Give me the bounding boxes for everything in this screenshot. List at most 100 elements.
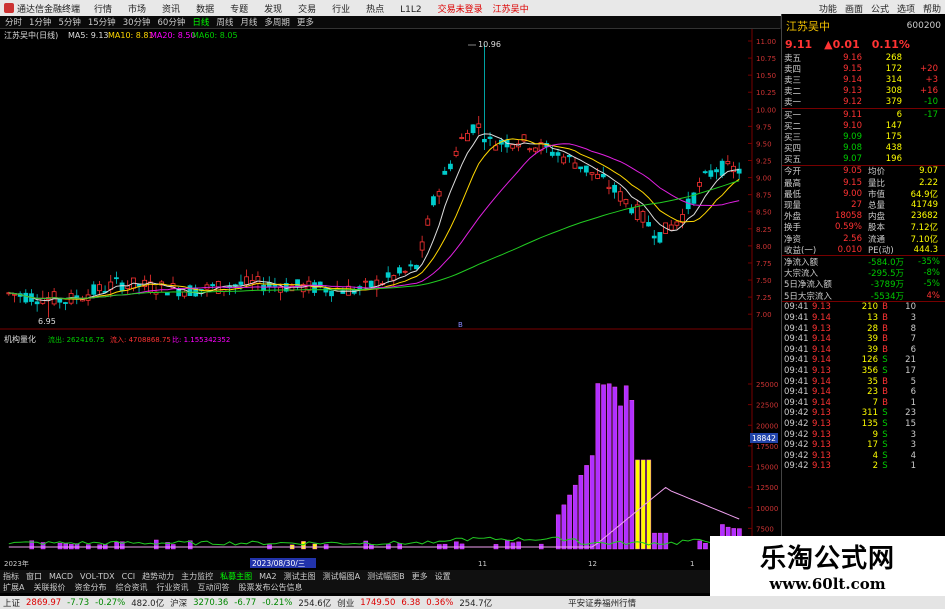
tick-time: 09:41 <box>784 355 809 366</box>
period-tab-8[interactable]: 月线 <box>240 16 257 28</box>
sz-value: 3270.36 <box>193 597 229 608</box>
volume-bar <box>652 532 657 550</box>
chart-area[interactable]: 江苏吴中(日线) MA5: 9.13 MA10: 8.81 MA20: 8.50… <box>0 29 780 570</box>
volume-bar <box>516 541 521 550</box>
info-tab-2[interactable]: 资金分布 <box>74 582 106 593</box>
menu-item-7[interactable]: 行业 <box>332 5 350 15</box>
tick-price: 9.13 <box>812 365 831 376</box>
cy-change: 6.38 <box>401 597 421 608</box>
info-tab-4[interactable]: 行业资讯 <box>156 582 188 593</box>
candle-body <box>23 292 29 303</box>
indicator-tab-2[interactable]: MACD <box>49 572 73 581</box>
menu-item-8[interactable]: 热点 <box>366 5 384 15</box>
indicator-tab-6[interactable]: 主力监控 <box>181 571 213 582</box>
menu-item-1[interactable]: 市场 <box>128 5 146 15</box>
stat-value: 9.07 <box>919 166 938 177</box>
title-menu-1[interactable]: 画面 <box>845 2 863 15</box>
stat-value: 23682 <box>910 211 938 222</box>
price-tick: 11.00 <box>756 38 776 46</box>
bid-price: 9.09 <box>843 131 862 142</box>
volume-bar <box>663 532 669 550</box>
indicator-tab-7[interactable]: 私募主图 <box>220 571 252 582</box>
period-tab-2[interactable]: 5分钟 <box>58 16 80 28</box>
period-tab-3[interactable]: 15分钟 <box>88 16 116 28</box>
ask-row: 卖三 9.14 314 +3 <box>782 74 945 86</box>
volume-bar <box>578 475 584 550</box>
broker-name: 平安证券福州行情 <box>568 598 637 609</box>
tick-count: 3 <box>910 440 916 451</box>
period-tab-1[interactable]: 1分钟 <box>29 16 51 28</box>
menu-item-2[interactable]: 资讯 <box>162 5 180 15</box>
indicator-tab-1[interactable]: 窗口 <box>26 571 42 582</box>
indicator-tab-11[interactable]: 测试幅图B <box>367 571 405 582</box>
indicator-tab-10[interactable]: 测试幅图A <box>323 571 360 582</box>
tick-volume: 135 <box>861 418 878 429</box>
vol-tick: 22500 <box>756 402 778 410</box>
watermark: 乐淘公式网 www.60lt.com <box>710 536 945 596</box>
ask-price: 9.16 <box>843 52 862 63</box>
tick-list[interactable]: 09:41 9.13 210 B 10 09:41 9.14 13 B 3 09:41 9.13 28 B… <box>782 302 945 472</box>
tick-row: 09:41 9.14 23 B 6 <box>782 387 945 398</box>
price-pct: 0.11% <box>871 37 910 51</box>
period-tab-9[interactable]: 多周期 <box>264 16 290 28</box>
indicator-tab-9[interactable]: 测试主图 <box>284 571 316 582</box>
cy-amount: 254.7亿 <box>459 598 493 609</box>
period-tab-4[interactable]: 30分钟 <box>123 16 151 28</box>
flow-pct: 4% <box>926 290 941 301</box>
indicator-tab-13[interactable]: 设置 <box>435 571 451 582</box>
low-label: 6.95 <box>38 317 56 326</box>
flow-pct: -5% <box>923 279 940 290</box>
ask-price: 9.12 <box>843 97 862 108</box>
ask-price: 9.14 <box>843 74 862 85</box>
stat-row: 净资 2.56 流通 7.10亿 <box>782 233 945 245</box>
title-menu-4[interactable]: 帮助 <box>923 2 941 15</box>
title-menu-3[interactable]: 选项 <box>897 2 915 15</box>
title-menu-0[interactable]: 功能 <box>819 2 837 15</box>
kline-svg[interactable]: 江苏吴中(日线) MA5: 9.13 MA10: 8.81 MA20: 8.50… <box>0 29 780 570</box>
candle-body <box>572 162 578 169</box>
menu-item-4[interactable]: 专题 <box>230 5 248 15</box>
bid-delta: -17 <box>924 109 938 120</box>
tick-count: 6 <box>910 387 916 398</box>
tick-time: 09:41 <box>784 313 809 324</box>
info-tab-3[interactable]: 综合资讯 <box>115 582 147 593</box>
info-tab-6[interactable]: 股票发布公告信息 <box>238 582 302 593</box>
tick-volume: 39 <box>867 344 878 355</box>
period-tab-10[interactable]: 更多 <box>297 16 314 28</box>
ask-delta: +16 <box>920 86 938 97</box>
x-label-0: 2023年 <box>4 559 29 568</box>
stat-row: 最低 9.00 市值 64.9亿 <box>782 188 945 200</box>
period-tab-6[interactable]: 日线 <box>192 16 209 28</box>
info-tab-0[interactable]: 扩展A <box>3 582 24 593</box>
indicator-tab-0[interactable]: 指标 <box>3 571 19 582</box>
indicator-tab-12[interactable]: 更多 <box>412 571 428 582</box>
indicator-tab-8[interactable]: MA2 <box>259 572 276 581</box>
flow-label: 大宗流入 <box>784 269 819 280</box>
tick-count: 6 <box>910 344 916 355</box>
quote-panel: 江苏吴中 600200 9.11 ▲0.01 0.11% 卖五 9.16 268 卖四… <box>781 14 945 574</box>
candle-body <box>589 172 595 175</box>
menu-item-6[interactable]: 交易 <box>298 5 316 15</box>
indicator-tab-3[interactable]: VOL-TDX <box>80 572 115 581</box>
indicator-tab-4[interactable]: CCI <box>122 572 136 581</box>
tick-price: 9.14 <box>812 387 831 398</box>
info-tab-1[interactable]: 关联报价 <box>33 582 65 593</box>
indicator-tab-5[interactable]: 趋势动力 <box>142 571 174 582</box>
menu-item-0[interactable]: 行情 <box>94 5 112 15</box>
candle-body <box>697 182 702 187</box>
menu-item-5[interactable]: 发现 <box>264 5 282 15</box>
title-menu-2[interactable]: 公式 <box>871 2 889 15</box>
login-status[interactable]: 交易未登录 <box>438 2 483 15</box>
ask-price: 9.13 <box>843 86 862 97</box>
sh-change: -7.73 <box>67 597 90 608</box>
info-tab-5[interactable]: 互动问答 <box>197 582 229 593</box>
period-tab-0[interactable]: 分时 <box>5 16 22 28</box>
menu-item-9[interactable]: L1L2 <box>400 5 421 15</box>
sz-pct: -0.21% <box>262 597 293 608</box>
price-tick: 10.75 <box>756 55 776 63</box>
period-tab-7[interactable]: 周线 <box>216 16 233 28</box>
tick-volume: 17 <box>867 440 878 451</box>
tick-count: 23 <box>905 408 916 419</box>
menu-item-3[interactable]: 数据 <box>196 5 214 15</box>
period-tab-5[interactable]: 60分钟 <box>158 16 186 28</box>
